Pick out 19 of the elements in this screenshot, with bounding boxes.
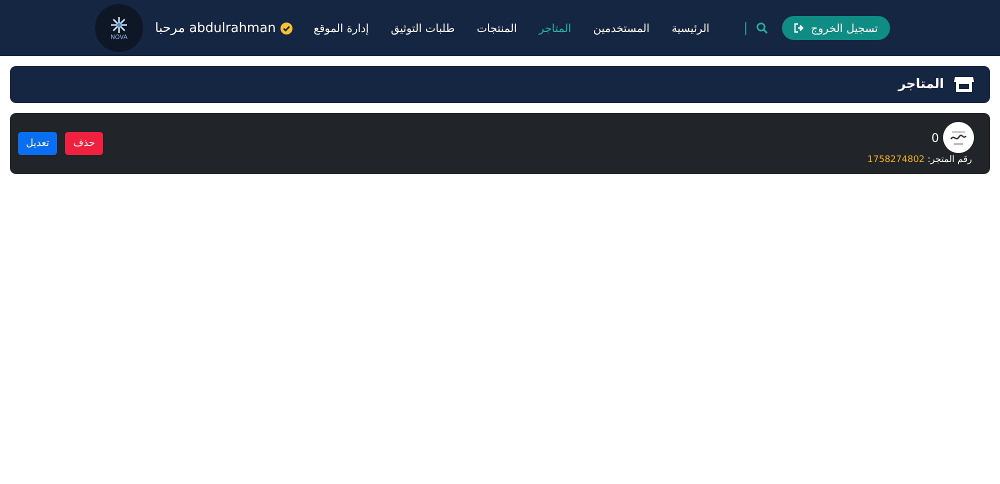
logout-button[interactable]: تسجيل الخروج (782, 16, 890, 40)
nav-link[interactable]: المستخدمين (593, 22, 650, 34)
greeting-text: مرحبا (155, 20, 186, 36)
nav-link[interactable]: المتاجر (538, 22, 572, 34)
page-header: المتاجر (10, 66, 990, 103)
divider: | (743, 20, 748, 36)
snowflake-icon (110, 16, 128, 34)
nav-link[interactable]: الرئيسية (672, 22, 710, 34)
nav-link[interactable]: المنتجات (476, 22, 517, 34)
store-logo-icon (943, 122, 974, 153)
store-icon (954, 76, 974, 93)
edit-button[interactable]: تعديل (18, 132, 58, 155)
nav-link[interactable]: طلبات التوثيق (390, 22, 455, 34)
user-name: abdulrahman (189, 20, 276, 36)
nav-link[interactable]: إدارة الموقع (314, 22, 369, 34)
store-name: 0 (931, 130, 939, 144)
logout-icon (794, 23, 805, 33)
delete-button[interactable]: حذف (65, 132, 104, 155)
search-icon[interactable] (756, 22, 768, 34)
